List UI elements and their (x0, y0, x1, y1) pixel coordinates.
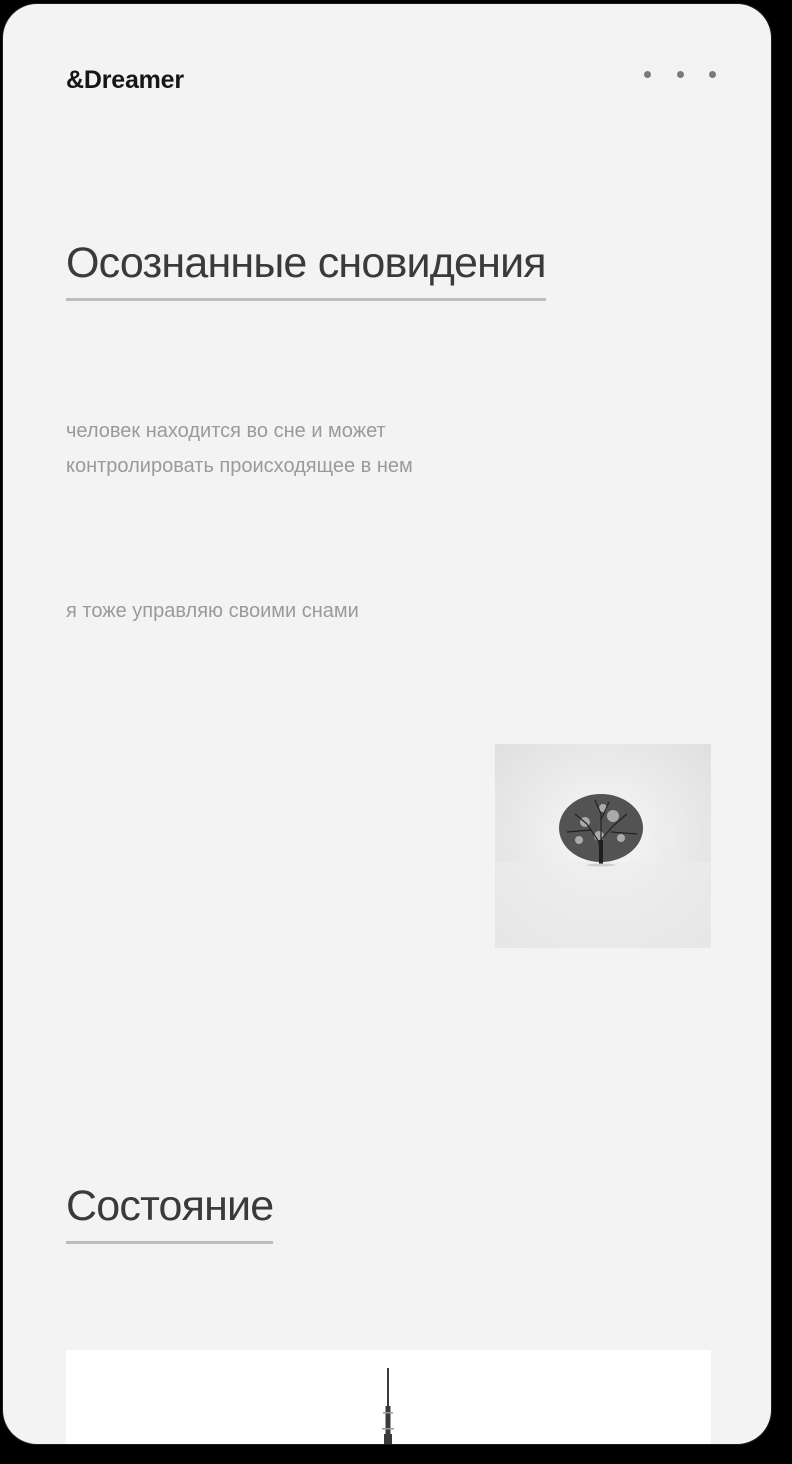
more-dots-icon (644, 70, 651, 78)
app-screen: &Dreamer Осознанные сновидения человек н… (3, 4, 771, 1444)
section-statement: я тоже управляю своими снами (66, 600, 359, 622)
more-dots-icon (709, 70, 716, 78)
section-title-state: Состояние (66, 1185, 274, 1244)
brand-logo[interactable]: &Dreamer (66, 66, 184, 95)
device-frame: &Dreamer Осознанные сновидения человек н… (0, 0, 792, 1464)
tower-image (66, 1350, 711, 1444)
description-line: контролировать происходящее в нем (66, 455, 413, 477)
more-dots-icon (676, 70, 684, 78)
lone-tree-image (495, 744, 711, 948)
menu-button[interactable] (644, 64, 716, 84)
description-line: человек находится во сне и может (66, 420, 386, 442)
section-description: человек находится во сне и может контрол… (66, 414, 413, 484)
section-title-lucid-dreams: Осознанные сновидения (66, 242, 547, 301)
